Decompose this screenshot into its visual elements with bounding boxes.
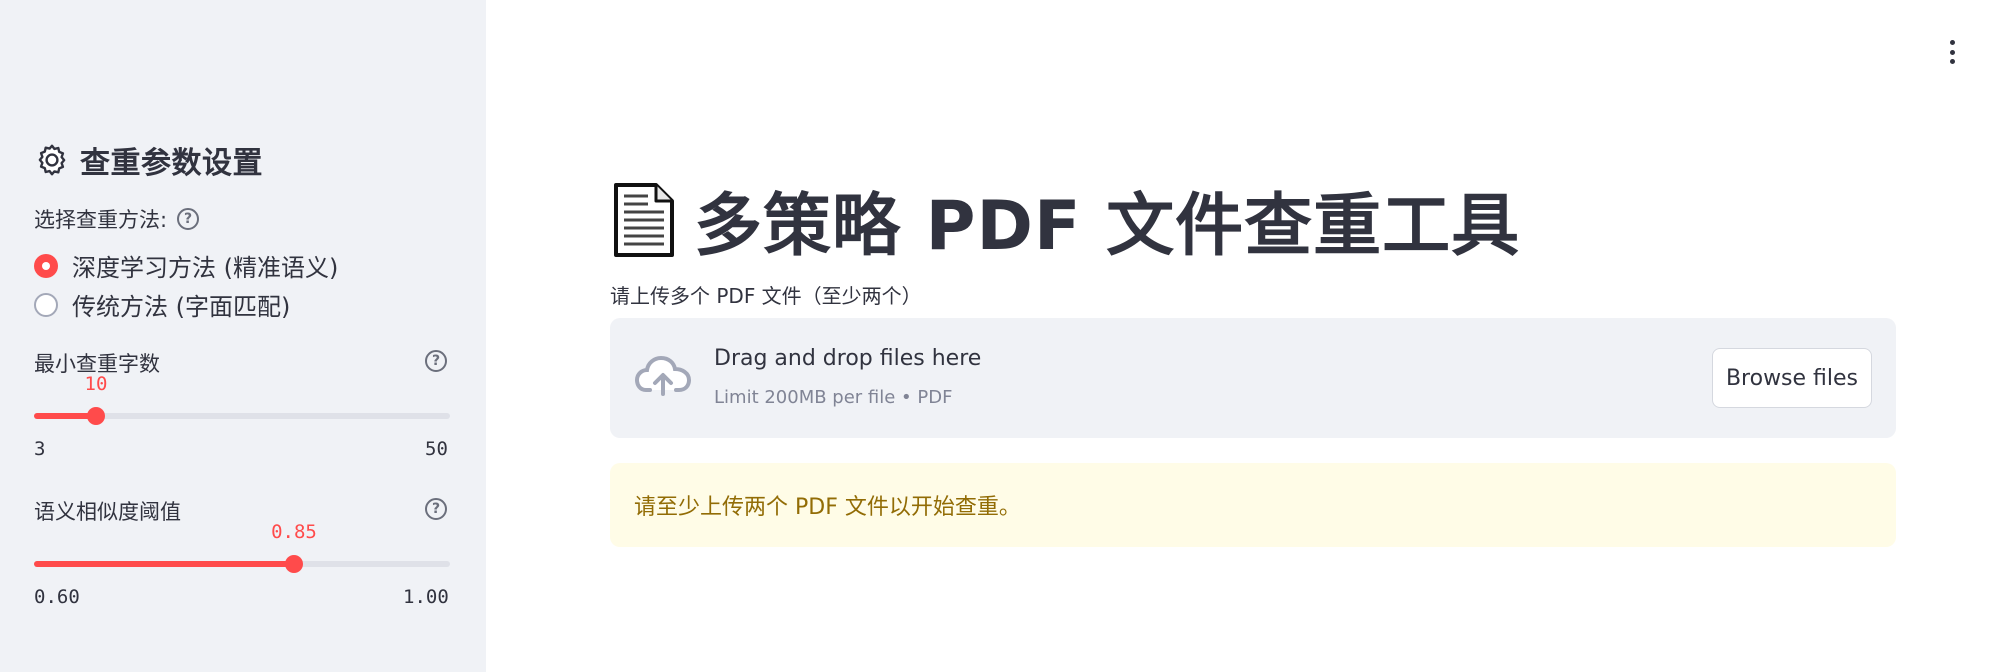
document-icon — [614, 182, 674, 257]
slider-max-label: 1.00 — [403, 586, 449, 608]
slider-value: 10 — [84, 373, 108, 395]
cloud-upload-icon — [634, 355, 692, 396]
radio-button-checked[interactable] — [34, 253, 58, 278]
min-chars-slider[interactable]: 10 — [34, 373, 450, 425]
slider-value: 0.85 — [271, 521, 317, 543]
similarity-slider[interactable]: 0.85 — [34, 521, 450, 573]
warning-text: 请至少上传两个 PDF 文件以开始查重。 — [634, 495, 1021, 520]
slider-thumb[interactable] — [86, 407, 105, 425]
sidebar-title: 查重参数设置 — [80, 146, 263, 181]
gear-icon — [38, 144, 66, 176]
browse-files-button[interactable]: Browse files — [1712, 348, 1872, 408]
help-icon[interactable]: ? — [425, 350, 447, 372]
slider-fill — [34, 561, 294, 567]
sidebar: 查重参数设置 选择查重方法: ? 深度学习方法 (精准语义) 传统方法 (字面匹… — [0, 0, 486, 672]
dropzone-primary-text: Drag and drop files here — [714, 346, 982, 371]
similarity-label: 语义相似度阈值 — [34, 500, 181, 524]
dropzone-text: Drag and drop files here Limit 200MB per… — [714, 346, 981, 408]
slider-max-label: 50 — [425, 438, 448, 460]
warning-alert: 请至少上传两个 PDF 文件以开始查重。 — [610, 463, 1896, 547]
upload-label: 请上传多个 PDF 文件（至少两个） — [610, 284, 922, 308]
radio-label: 深度学习方法 (精准语义) — [72, 254, 339, 282]
file-dropzone[interactable]: Drag and drop files here Limit 200MB per… — [610, 318, 1896, 438]
slider-min-label: 3 — [34, 438, 46, 460]
radio-option-deep-learning[interactable]: 深度学习方法 (精准语义) — [34, 248, 338, 283]
method-label-row: 选择查重方法: ? — [34, 204, 200, 234]
sidebar-header: 查重参数设置 — [34, 138, 263, 182]
radio-button[interactable] — [34, 292, 58, 317]
help-icon[interactable]: ? — [177, 208, 200, 230]
help-icon[interactable]: ? — [425, 498, 447, 520]
radio-label: 传统方法 (字面匹配) — [72, 293, 291, 321]
similarity-label-row: 语义相似度阈值 — [34, 496, 181, 526]
method-label: 选择查重方法: — [34, 208, 168, 232]
slider-min-label: 0.60 — [34, 586, 80, 608]
page-title: 多策略 PDF 文件查重工具 — [610, 170, 1520, 269]
more-vertical-icon[interactable] — [1946, 40, 1958, 64]
slider-thumb[interactable] — [285, 555, 303, 573]
radio-option-traditional[interactable]: 传统方法 (字面匹配) — [34, 287, 290, 322]
dropzone-limit-text: Limit 200MB per file • PDF — [714, 387, 953, 408]
page-title-text: 多策略 PDF 文件查重工具 — [694, 187, 1521, 266]
